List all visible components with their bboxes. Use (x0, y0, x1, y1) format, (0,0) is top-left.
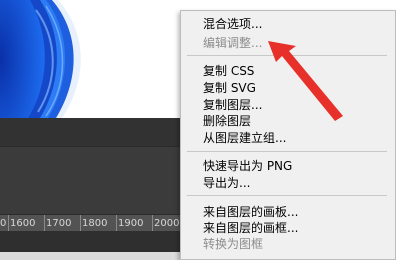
menu-item-edit-adjustment: 编辑调整... (203, 36, 263, 50)
ruler-label: 1800 (82, 218, 108, 229)
ruler-tick (44, 215, 45, 232)
ruler-label: 0 (0, 218, 7, 229)
menu-item-blending-options[interactable]: 混合选项... (203, 16, 262, 32)
ruler-label: 2000 (154, 218, 180, 229)
menu-item-convert-to-frame: 转换为图框 (203, 237, 264, 251)
ruler-label: 1600 (10, 218, 36, 229)
menu-item-duplicate-layer[interactable]: 复制图层... (203, 97, 262, 113)
layer-context-menu: 混合选项... 编辑调整... 复制 CSS 复制 SVG 复制图层... 删除… (180, 10, 396, 260)
menu-item-frame-from-layers[interactable]: 来自图层的画框... (203, 220, 298, 236)
menu-item-delete-layer[interactable]: 删除图层 (203, 113, 251, 129)
menu-item-copy-svg[interactable]: 复制 SVG (203, 80, 256, 96)
ruler-label: 1700 (46, 218, 72, 229)
ruler-label: 1900 (118, 218, 144, 229)
ruler-tick (152, 215, 153, 232)
menu-separator (187, 151, 387, 152)
ruler-tick (8, 215, 9, 232)
menu-item-copy-css[interactable]: 复制 CSS (203, 63, 254, 79)
menu-item-artboard-from-layers[interactable]: 来自图层的画板... (203, 204, 298, 220)
menu-separator (187, 195, 387, 196)
menu-item-export-as[interactable]: 导出为... (203, 175, 250, 191)
ruler-tick (116, 215, 117, 232)
menu-separator (187, 55, 387, 56)
menu-item-quick-export-png[interactable]: 快速导出为 PNG (203, 158, 292, 174)
ruler-tick (80, 215, 81, 232)
menu-item-group-from-layers[interactable]: 从图层建立组... (203, 130, 286, 146)
